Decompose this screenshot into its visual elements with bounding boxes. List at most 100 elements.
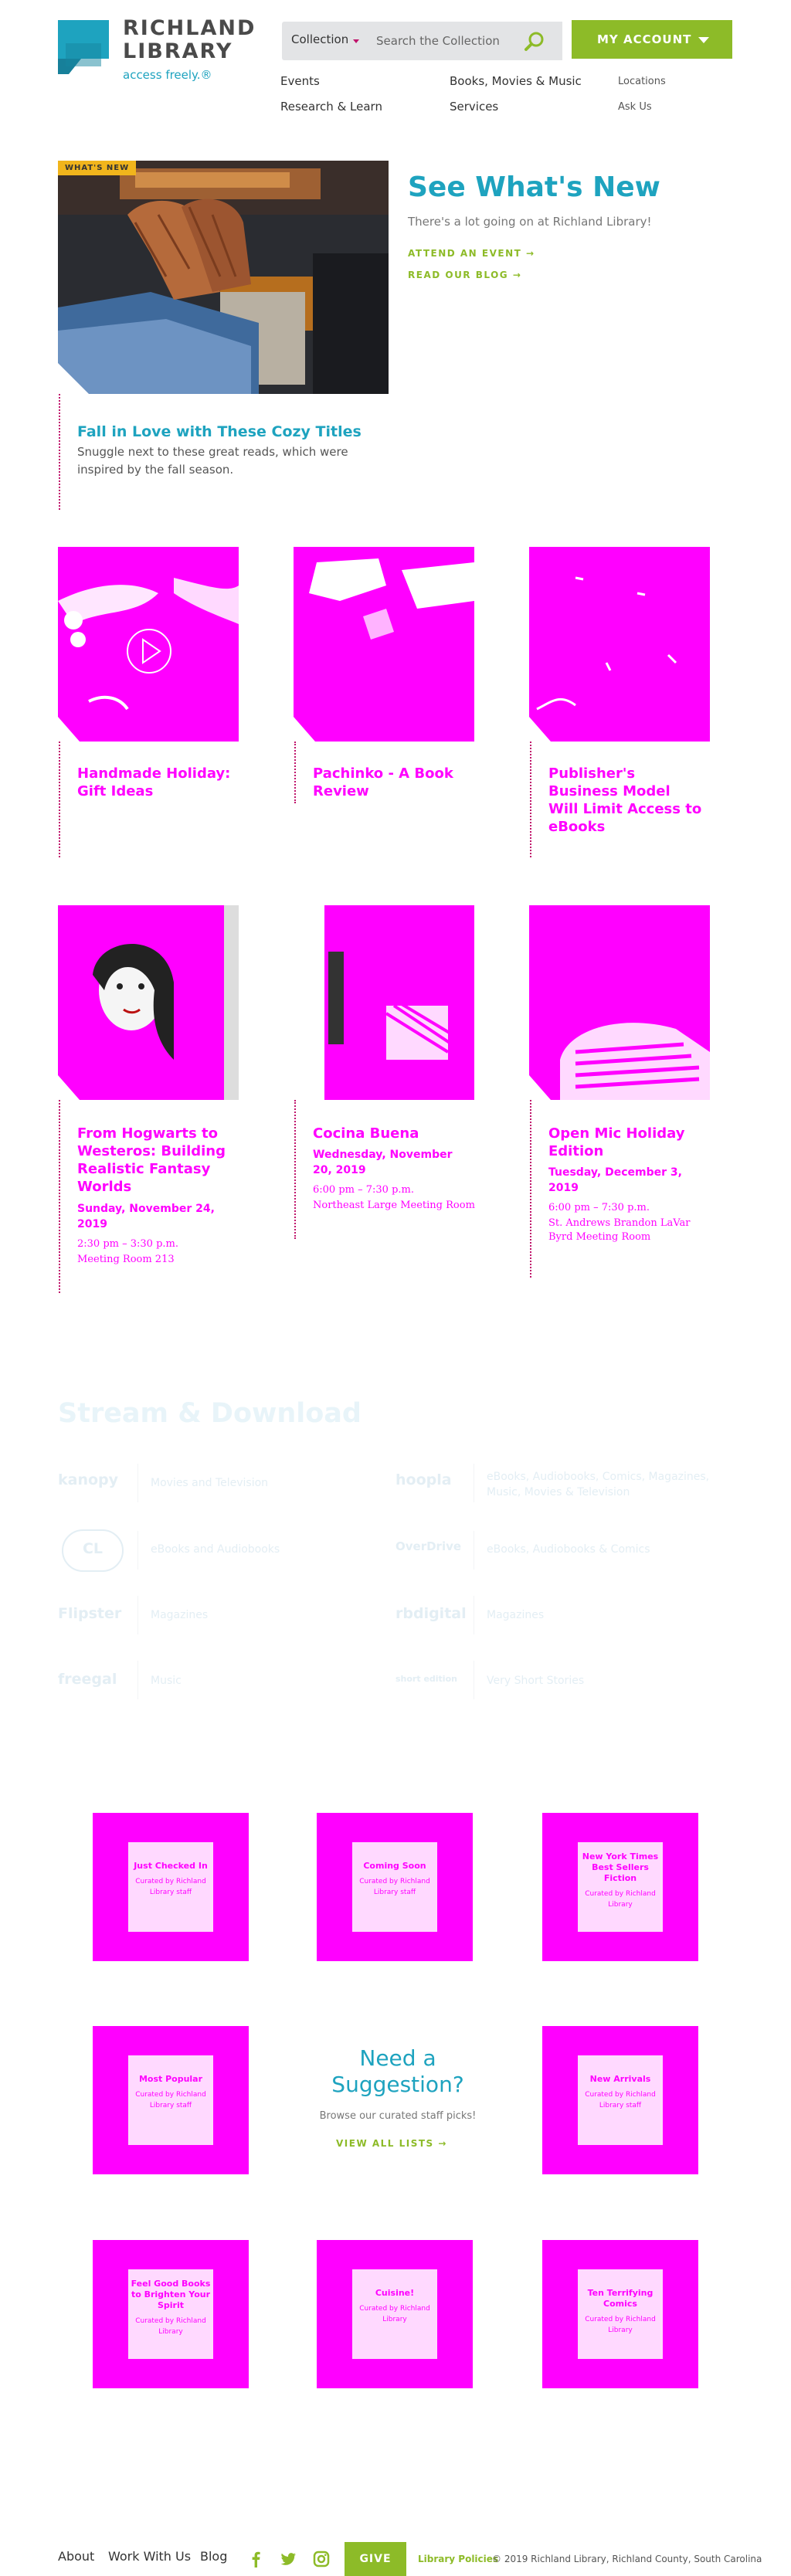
see-whats-new-subheading: There's a lot going on at Richland Libra… <box>408 215 652 229</box>
list-tile-byline: Curated by Richland Library <box>135 2317 206 2336</box>
stream-download-heading: Stream & Download <box>58 1398 362 1429</box>
list-tile-label-box: Just Checked In Curated by Richland Libr… <box>128 1842 213 1932</box>
list-tile-title: Ten Terrifying Comics <box>587 2288 654 2309</box>
event-divider <box>530 1100 531 1278</box>
card-image-handmade-holiday[interactable] <box>58 547 239 742</box>
card-title-pachinko[interactable]: Pachinko - A Book Review <box>313 765 467 800</box>
kanopy-logo[interactable]: kanopy <box>58 1471 118 1488</box>
card-divider <box>530 742 531 857</box>
cloud-library-description: eBooks and Audiobooks <box>151 1543 280 1556</box>
nav-ask-us[interactable]: Ask Us <box>618 101 652 113</box>
footer-blog-link[interactable]: Blog <box>200 2549 227 2564</box>
event-room-open-mic: St. Andrews Brandon LaVar Byrd Meeting R… <box>548 1217 691 1243</box>
search-scope-value: Collection <box>291 32 349 46</box>
event-time-open-mic: 6:00 pm – 7:30 p.m. <box>548 1202 650 1213</box>
attend-event-label: ATTEND AN EVENT <box>408 248 522 259</box>
kanopy-description: Movies and Television <box>151 1477 269 1489</box>
my-account-button[interactable]: MY ACCOUNT <box>572 20 732 59</box>
event-room-hogwarts: Meeting Room 213 <box>77 1254 175 1265</box>
list-tile-title: Just Checked In <box>134 1861 208 1871</box>
nav-services[interactable]: Services <box>450 100 498 114</box>
list-tile-byline: Curated by Richland Library staff <box>359 1878 430 1896</box>
my-account-label: MY ACCOUNT <box>597 32 692 46</box>
list-tile-byline: Curated by Richland Library staff <box>135 1878 206 1896</box>
freegal-logo[interactable]: freegal <box>58 1671 117 1688</box>
event-title-open-mic[interactable]: Open Mic Holiday Edition <box>548 1125 703 1160</box>
view-all-lists-label: VIEW ALL LISTS <box>336 2138 434 2149</box>
event-divider <box>294 1100 296 1239</box>
featured-image[interactable] <box>58 161 389 394</box>
list-tile-title: Coming Soon <box>363 1861 426 1871</box>
nav-locations[interactable]: Locations <box>618 76 666 87</box>
card-image-pachinko[interactable] <box>294 547 474 742</box>
list-tile-title: Feel Good Books to Brighten Your Spirit <box>131 2279 211 2310</box>
card-divider <box>59 742 60 857</box>
list-tile-just-checked-in[interactable]: Just Checked In Curated by Richland Libr… <box>93 1813 249 1961</box>
rbdigital-description: Magazines <box>487 1609 545 1621</box>
footer-about-link[interactable]: About <box>58 2549 94 2564</box>
need-suggestion-subheading: Browse our curated staff picks! <box>319 2110 477 2122</box>
list-tile-label-box: Ten Terrifying Comics Curated by Richlan… <box>578 2269 663 2359</box>
need-suggestion-heading: Need a Suggestion? <box>331 2045 464 2097</box>
twitter-icon[interactable] <box>280 2551 297 2568</box>
read-blog-link[interactable]: READ OUR BLOG → <box>408 270 521 280</box>
placeholder-image <box>294 547 474 742</box>
hoopla-logo[interactable]: hoopla <box>396 1471 452 1488</box>
event-time-hogwarts: 2:30 pm – 3:30 p.m. <box>77 1238 178 1250</box>
list-tile-cuisine[interactable]: Cuisine! Curated by Richland Library <box>317 2240 473 2388</box>
list-tile-title: Most Popular <box>138 2074 203 2084</box>
list-tile-label-box: Feel Good Books to Brighten Your Spirit … <box>128 2269 213 2359</box>
give-button[interactable]: GIVE <box>345 2542 406 2576</box>
nav-books-movies-music[interactable]: Books, Movies & Music <box>450 74 582 88</box>
event-room-cocina: Northeast Large Meeting Room <box>313 1200 475 1211</box>
attend-event-link[interactable]: ATTEND AN EVENT → <box>408 248 535 259</box>
library-policies-link[interactable]: Library Policies <box>418 2554 498 2564</box>
search-icon[interactable] <box>522 29 547 54</box>
list-tile-label-box: New York Times Best Sellers Fiction Cura… <box>578 1842 663 1932</box>
card-divider <box>294 742 296 803</box>
instagram-icon[interactable] <box>313 2551 330 2568</box>
event-title-hogwarts[interactable]: From Hogwarts to Westeros: Building Real… <box>77 1125 232 1196</box>
cloud-library-logo[interactable]: CL <box>62 1529 124 1572</box>
event-date-hogwarts: Sunday, November 24, 2019 <box>77 1203 215 1230</box>
logo-wordmark[interactable]: RICHLAND LIBRARY <box>123 17 256 63</box>
search-scope-select[interactable]: Collection <box>282 22 367 60</box>
placeholder-image <box>529 905 710 1100</box>
placeholder-image <box>58 547 239 742</box>
list-tile-terrifying-comics[interactable]: Ten Terrifying Comics Curated by Richlan… <box>542 2240 698 2388</box>
placeholder-image <box>529 547 710 742</box>
list-tile-label-box: Coming Soon Curated by Richland Library … <box>352 1842 437 1932</box>
list-tile-most-popular[interactable]: Most Popular Curated by Richland Library… <box>93 2026 249 2174</box>
cozy-socks-photo <box>58 161 389 394</box>
facebook-icon[interactable] <box>247 2551 264 2568</box>
cloud-library-logo-text: CL <box>82 1540 104 1557</box>
nav-events[interactable]: Events <box>280 74 320 88</box>
view-all-lists-link[interactable]: VIEW ALL LISTS → <box>336 2138 447 2149</box>
list-tile-new-arrivals[interactable]: New Arrivals Curated by Richland Library… <box>542 2026 698 2174</box>
card-image-publisher[interactable] <box>529 547 710 742</box>
list-tile-byline: Curated by Richland Library staff <box>585 2091 656 2109</box>
service-divider <box>137 1531 138 1570</box>
card-title-handmade-holiday[interactable]: Handmade Holiday: Gift Ideas <box>77 765 232 800</box>
card-title-publisher[interactable]: Publisher's Business Model Will Limit Ac… <box>548 765 703 836</box>
flipster-logo[interactable]: Flipster <box>58 1605 121 1622</box>
footer-work-link[interactable]: Work With Us <box>108 2549 191 2564</box>
overdrive-logo[interactable]: OverDrive <box>396 1539 461 1553</box>
list-tile-feel-good[interactable]: Feel Good Books to Brighten Your Spirit … <box>93 2240 249 2388</box>
event-image-hogwarts[interactable] <box>58 905 239 1100</box>
event-title-cocina[interactable]: Cocina Buena <box>313 1125 467 1142</box>
rbdigital-logo[interactable]: rbdigital <box>396 1605 467 1622</box>
nav-research-learn[interactable]: Research & Learn <box>280 100 382 114</box>
event-image-cocina[interactable] <box>294 905 474 1100</box>
logo-line-2: LIBRARY <box>123 39 233 63</box>
list-tile-nyt-best-sellers[interactable]: New York Times Best Sellers Fiction Cura… <box>542 1813 698 1961</box>
event-image-open-mic[interactable] <box>529 905 710 1100</box>
list-tile-coming-soon[interactable]: Coming Soon Curated by Richland Library … <box>317 1813 473 1961</box>
list-tile-byline: Curated by Richland Library <box>585 2316 656 2334</box>
featured-title[interactable]: Fall in Love with These Cozy Titles <box>77 423 362 440</box>
short-edition-logo[interactable]: short edition <box>396 1674 457 1684</box>
freegal-description: Music <box>151 1675 182 1687</box>
list-tile-title: New York Times Best Sellers Fiction <box>582 1851 659 1883</box>
featured-divider <box>59 394 60 510</box>
library-logo-icon[interactable] <box>58 20 109 74</box>
